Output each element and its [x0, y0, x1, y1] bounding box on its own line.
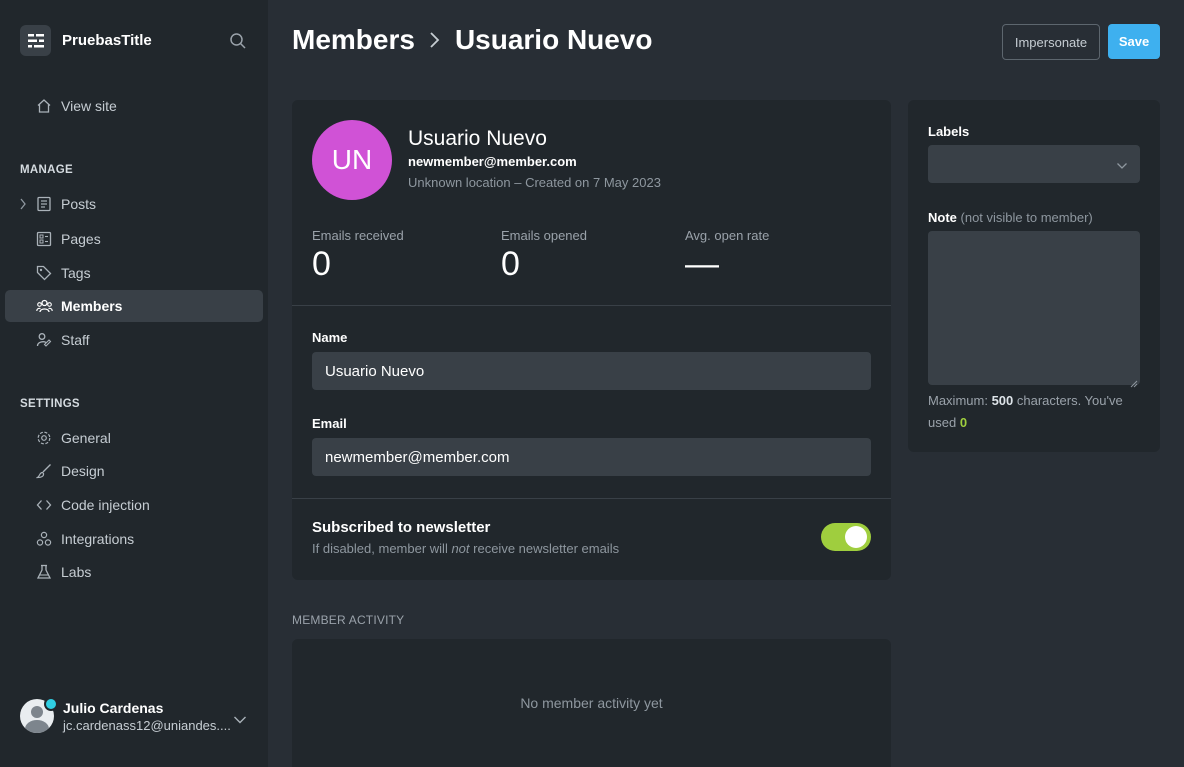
- empty-state-text: No member activity yet: [520, 695, 663, 711]
- sidebar-item-tags[interactable]: Tags: [5, 257, 263, 289]
- email-field[interactable]: [312, 438, 871, 476]
- sidebar-item-label: Staff: [61, 332, 90, 348]
- sidebar-item-staff[interactable]: Staff: [5, 324, 263, 356]
- member-activity-card: No member activity yet: [292, 639, 891, 767]
- page-title: Usuario Nuevo: [454, 24, 653, 55]
- search-icon[interactable]: [229, 32, 247, 50]
- member-name: Usuario Nuevo: [408, 127, 547, 150]
- gear-icon: [35, 429, 53, 447]
- flask-icon: [35, 563, 53, 581]
- sidebar-item-label: Integrations: [61, 531, 135, 547]
- name-label: Name: [312, 330, 348, 345]
- member-details-card: UN Usuario Nuevo newmember@member.com Un…: [292, 100, 891, 580]
- member-meta: Unknown location – Created on 7 May 2023: [408, 175, 661, 190]
- code-icon: [35, 496, 53, 514]
- labels-note-card: Labels Note (not visible to member) Maxi…: [908, 100, 1160, 452]
- stat-label: Avg. open rate: [685, 228, 770, 243]
- save-button[interactable]: Save: [1108, 24, 1160, 59]
- stat-value: 0: [312, 245, 331, 283]
- sidebar-item-label: Labs: [61, 564, 92, 580]
- members-icon: [35, 297, 53, 315]
- sidebar-item-label: Posts: [61, 196, 97, 212]
- sidebar-item-label: Code injection: [61, 497, 150, 513]
- stat-value: —: [685, 245, 719, 283]
- home-icon: [35, 97, 53, 115]
- status-dot-icon: [44, 697, 58, 711]
- user-email: jc.cardenass12@uniandes....: [63, 717, 231, 733]
- stat-emails-opened: Emails opened 0: [501, 228, 587, 284]
- chevron-down-icon[interactable]: [233, 712, 247, 730]
- newsletter-toggle[interactable]: [821, 523, 871, 551]
- name-field[interactable]: [312, 352, 871, 390]
- chevron-down-icon: [1116, 158, 1128, 176]
- brand-logo-icon: [20, 25, 51, 56]
- sidebar-item-labs[interactable]: Labs: [5, 556, 263, 588]
- posts-icon: [35, 195, 53, 213]
- sidebar-item-design[interactable]: Design: [5, 455, 263, 487]
- sidebar-item-pages[interactable]: Pages: [5, 223, 263, 255]
- stat-label: Emails opened: [501, 228, 587, 243]
- divider: [292, 498, 891, 499]
- sidebar-item-general[interactable]: General: [5, 422, 263, 454]
- breadcrumb: Members Usuario Nuevo: [292, 24, 653, 56]
- note-character-count: Maximum: 500 characters. You've used 0: [928, 393, 1123, 430]
- sidebar-item-posts[interactable]: Posts: [5, 188, 263, 220]
- chevron-right-icon: [429, 31, 441, 49]
- sidebar-item-label: Members: [61, 298, 123, 314]
- sidebar-item-label: Tags: [61, 265, 91, 281]
- member-email: newmember@member.com: [408, 154, 577, 169]
- sidebar-item-label: General: [61, 430, 111, 446]
- sidebar: PruebasTitle View site MANAGE Posts Page…: [0, 0, 268, 767]
- member-activity-heading: MEMBER ACTIVITY: [292, 613, 405, 627]
- staff-icon: [35, 331, 53, 349]
- integrations-icon: [35, 530, 53, 548]
- impersonate-button[interactable]: Impersonate: [1002, 24, 1100, 60]
- sidebar-item-label: Design: [61, 463, 105, 479]
- chevron-right-icon[interactable]: [19, 197, 27, 213]
- brand[interactable]: PruebasTitle: [20, 25, 152, 56]
- user-name: Julio Cardenas: [63, 699, 164, 716]
- pages-icon: [35, 230, 53, 248]
- note-label: Note (not visible to member): [928, 210, 1093, 225]
- divider: [292, 305, 891, 306]
- stat-avg-open-rate: Avg. open rate —: [685, 228, 769, 284]
- newsletter-description: If disabled, member will not receive new…: [312, 541, 620, 556]
- stat-emails-received: Emails received 0: [312, 228, 404, 284]
- brush-icon: [35, 462, 53, 480]
- sidebar-item-label: View site: [61, 98, 117, 114]
- member-avatar: UN: [312, 120, 392, 200]
- labels-select[interactable]: [928, 145, 1140, 183]
- sidebar-item-view-site[interactable]: View site: [5, 90, 263, 122]
- manage-section-label: MANAGE: [20, 164, 73, 176]
- sidebar-item-integrations[interactable]: Integrations: [5, 523, 263, 555]
- labels-label: Labels: [928, 124, 970, 139]
- brand-name: PruebasTitle: [62, 32, 152, 49]
- sidebar-item-code-injection[interactable]: Code injection: [5, 489, 263, 521]
- breadcrumb-parent-link[interactable]: Members: [292, 24, 415, 56]
- stat-label: Emails received: [312, 228, 404, 243]
- tag-icon: [35, 264, 53, 282]
- email-label: Email: [312, 416, 347, 431]
- stat-value: 0: [501, 245, 520, 283]
- note-textarea[interactable]: [928, 231, 1140, 385]
- sidebar-item-members[interactable]: Members: [5, 290, 263, 322]
- settings-section-label: SETTINGS: [20, 398, 80, 410]
- newsletter-title: Subscribed to newsletter: [312, 519, 491, 536]
- sidebar-item-label: Pages: [61, 231, 101, 247]
- toggle-knob: [845, 526, 867, 548]
